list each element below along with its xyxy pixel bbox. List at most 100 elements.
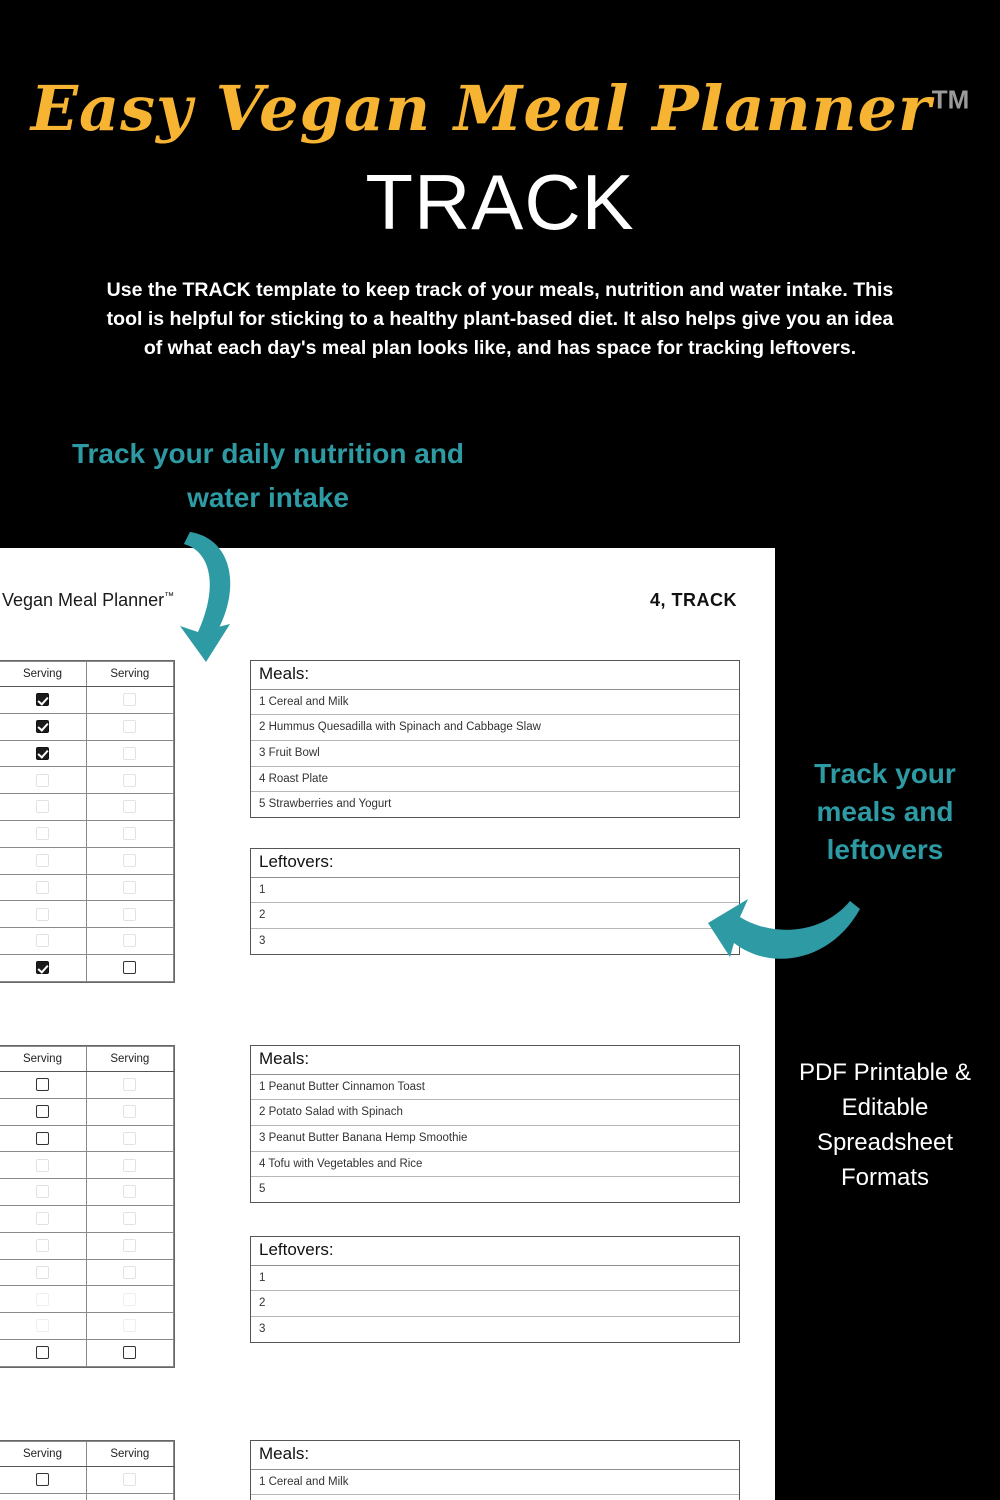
serving-cell[interactable] [85,1312,175,1340]
serving-checkbox[interactable] [35,1319,49,1333]
serving-cell[interactable] [85,1124,175,1153]
serving-checkbox[interactable] [35,1131,49,1145]
serving-cell[interactable] [0,1312,87,1340]
serving-checkbox[interactable] [123,1473,137,1487]
serving-cell[interactable] [85,1492,175,1500]
serving-checkbox[interactable] [123,853,137,867]
serving-checkbox[interactable] [35,1185,49,1199]
serving-checkbox[interactable] [123,773,137,787]
serving-checkbox[interactable] [35,1265,49,1279]
serving-cell[interactable] [0,1492,87,1500]
serving-checkbox[interactable] [123,1346,137,1360]
serving-checkbox[interactable] [123,800,137,814]
serving-cell[interactable] [0,1097,87,1126]
serving-checkbox[interactable] [35,1104,49,1118]
leftovers-row[interactable]: 1 [251,1266,739,1292]
serving-checkbox[interactable] [35,746,49,760]
serving-checkbox[interactable] [123,934,137,948]
serving-checkbox[interactable] [35,1473,49,1487]
serving-checkbox[interactable] [35,773,49,787]
serving-cell[interactable] [0,739,87,768]
serving-checkbox[interactable] [123,1185,137,1199]
meals-row[interactable]: 1 Cereal and Milk [251,690,739,716]
serving-checkbox[interactable] [35,827,49,841]
serving-cell[interactable] [0,1231,87,1260]
leftovers-box-2[interactable]: Leftovers: 1 2 3 [250,1236,740,1343]
serving-cell[interactable] [0,766,87,795]
serving-cell[interactable] [0,686,87,714]
serving-checkbox[interactable] [35,934,49,948]
serving-checkbox[interactable] [35,1292,49,1306]
serving-checkbox[interactable] [123,746,137,760]
serving-checkbox[interactable] [123,827,137,841]
serving-checkbox[interactable] [123,1104,137,1118]
serving-cell[interactable] [85,766,175,795]
leftovers-row[interactable]: 1 [251,878,739,904]
meals-row[interactable]: 4 Roast Plate [251,767,739,793]
serving-cell[interactable] [0,900,87,929]
serving-cell[interactable] [85,1097,175,1126]
serving-checkbox[interactable] [123,693,137,707]
serving-checkbox[interactable] [123,1238,137,1252]
leftovers-row[interactable]: 2 [251,1291,739,1317]
serving-cell[interactable] [0,1178,87,1206]
serving-cell[interactable] [85,953,175,982]
serving-cell[interactable] [0,1071,87,1099]
serving-table-3[interactable]: ervingServingServing [0,1440,175,1500]
serving-cell[interactable] [85,793,175,821]
meals-row[interactable]: 4 Tofu with Vegetables and Rice [251,1152,739,1178]
meals-row[interactable]: 2 Potato Salad with Spinach [251,1100,739,1126]
serving-checkbox[interactable] [123,719,137,733]
serving-checkbox[interactable] [123,1131,137,1145]
serving-cell[interactable] [0,927,87,955]
serving-cell[interactable] [0,1338,87,1367]
serving-cell[interactable] [85,1204,175,1233]
meals-box-3[interactable]: Meals: 1 Cereal and Milk [250,1440,740,1500]
serving-checkbox[interactable] [123,961,137,975]
serving-checkbox[interactable] [35,1238,49,1252]
serving-checkbox[interactable] [123,1319,137,1333]
serving-cell[interactable] [85,927,175,955]
meals-box-2[interactable]: Meals: 1 Peanut Butter Cinnamon Toast 2 … [250,1045,740,1203]
serving-cell[interactable] [85,1466,175,1494]
serving-checkbox[interactable] [35,719,49,733]
meals-row[interactable]: 2 Hummus Quesadilla with Spinach and Cab… [251,715,739,741]
serving-checkbox[interactable] [35,693,49,707]
serving-cell[interactable] [85,1071,175,1099]
serving-cell[interactable] [0,1258,87,1287]
serving-cell[interactable] [85,900,175,929]
serving-cell[interactable] [85,739,175,768]
serving-checkbox[interactable] [123,880,137,894]
serving-checkbox[interactable] [35,907,49,921]
leftovers-row[interactable]: 3 [251,1317,739,1342]
serving-checkbox[interactable] [35,880,49,894]
serving-checkbox[interactable] [123,1078,137,1092]
serving-cell[interactable] [0,712,87,741]
serving-checkbox[interactable] [35,1212,49,1226]
meals-row[interactable] [251,1495,739,1500]
serving-checkbox[interactable] [35,1078,49,1092]
serving-cell[interactable] [0,873,87,902]
meals-row[interactable]: 5 Strawberries and Yogurt [251,792,739,817]
serving-cell[interactable] [85,1178,175,1206]
meals-row[interactable]: 5 [251,1177,739,1202]
leftovers-row[interactable]: 2 [251,903,739,929]
serving-cell[interactable] [0,1285,87,1314]
serving-checkbox[interactable] [123,1212,137,1226]
meals-row[interactable]: 1 Cereal and Milk [251,1470,739,1496]
serving-cell[interactable] [85,1258,175,1287]
serving-checkbox[interactable] [35,800,49,814]
serving-cell[interactable] [85,712,175,741]
serving-cell[interactable] [0,953,87,982]
serving-cell[interactable] [85,873,175,902]
serving-cell[interactable] [0,1204,87,1233]
serving-checkbox[interactable] [35,961,49,975]
serving-checkbox[interactable] [35,853,49,867]
serving-checkbox[interactable] [35,1346,49,1360]
serving-cell[interactable] [0,1124,87,1153]
leftovers-row[interactable]: 3 [251,929,739,954]
serving-cell[interactable] [0,793,87,821]
serving-cell[interactable] [85,1151,175,1180]
serving-cell[interactable] [0,846,87,875]
meals-row[interactable]: 3 Fruit Bowl [251,741,739,767]
